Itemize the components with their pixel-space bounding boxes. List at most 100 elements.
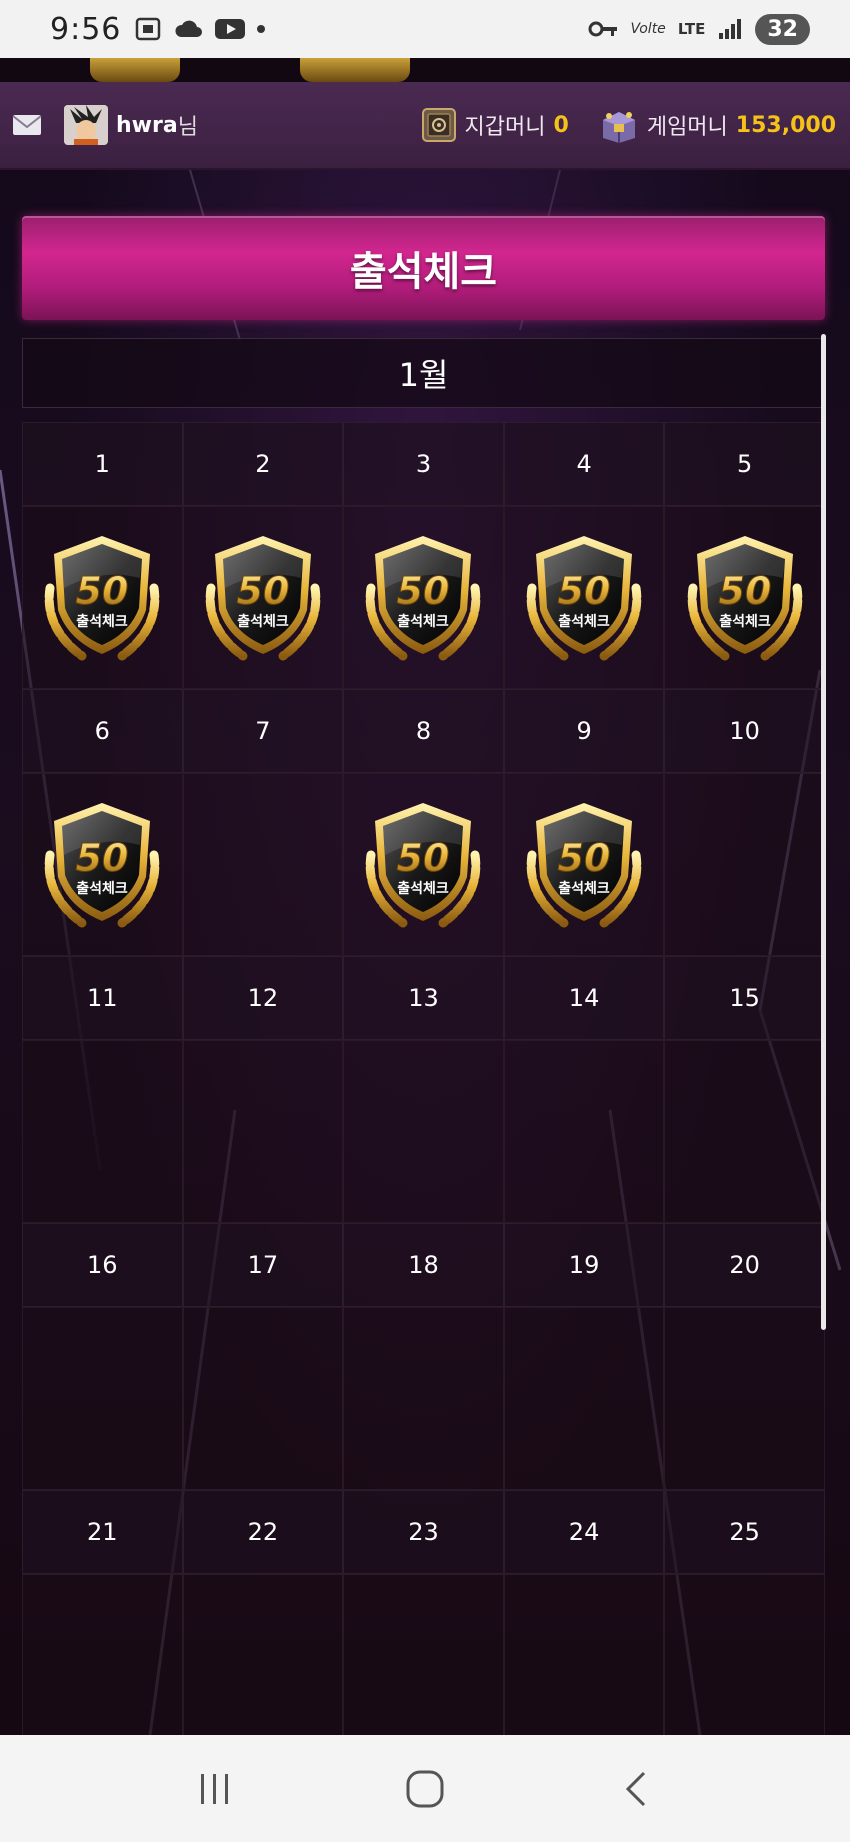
recent-apps-button[interactable] bbox=[185, 1759, 245, 1819]
stamp-number: 50 bbox=[76, 836, 129, 880]
calendar-stamp-row bbox=[22, 1574, 825, 1735]
calendar-stamp-row bbox=[22, 1307, 825, 1490]
calendar-stamp-row bbox=[22, 1040, 825, 1223]
battery-indicator: 32 bbox=[755, 13, 810, 45]
stamp-number: 50 bbox=[558, 569, 611, 613]
avatar[interactable] bbox=[64, 105, 108, 145]
username-suffix: 님 bbox=[177, 115, 198, 140]
calendar-stamp-cell[interactable] bbox=[22, 1574, 183, 1735]
calendar-stamp-cell[interactable] bbox=[343, 1040, 504, 1223]
calendar-stamp-cell[interactable]: 50 출석체크 bbox=[664, 506, 825, 689]
calendar-stamp-cell[interactable]: 50 출석체크 bbox=[343, 773, 504, 956]
calendar-stamp-cell[interactable] bbox=[664, 1040, 825, 1223]
wallet-money-value: 0 bbox=[553, 112, 569, 138]
home-button[interactable] bbox=[395, 1759, 455, 1819]
calendar-stamp-cell[interactable] bbox=[664, 1307, 825, 1490]
calendar-stamp-cell[interactable]: 50 출석체크 bbox=[22, 773, 183, 956]
system-nav-bar bbox=[0, 1735, 850, 1842]
back-button[interactable] bbox=[605, 1759, 665, 1819]
youtube-icon bbox=[215, 19, 246, 39]
scrollbar[interactable] bbox=[821, 334, 826, 1330]
attendance-stamp-icon: 50 출석체크 bbox=[366, 535, 481, 660]
stamp-number: 50 bbox=[236, 569, 289, 613]
calendar-date-row: 11 12 13 14 15 bbox=[22, 956, 825, 1040]
attendance-stamp-icon: 50 출석체크 bbox=[45, 535, 160, 660]
attendance-calendar: 12345 50 출석체크 50 출석체크 50 출석체크 50 출석체크 50… bbox=[22, 422, 825, 1735]
calendar-day-number: 17 bbox=[182, 1223, 344, 1307]
back-icon bbox=[625, 1771, 646, 1806]
calendar-day-number: 1 bbox=[22, 422, 183, 506]
game-banner-strip bbox=[0, 58, 850, 82]
calendar-day-number: 4 bbox=[503, 422, 665, 506]
calendar-stamp-cell[interactable] bbox=[503, 1574, 665, 1735]
notification-dot-icon bbox=[257, 25, 266, 33]
calendar-day-number: 22 bbox=[182, 1490, 344, 1574]
stamp-label: 출석체크 bbox=[398, 880, 450, 897]
calendar-stamp-cell[interactable] bbox=[664, 773, 825, 956]
attendance-stamp-icon: 50 출석체크 bbox=[205, 535, 321, 660]
calendar-stamp-cell[interactable] bbox=[182, 1040, 344, 1223]
calendar-date-row: 16 17 18 19 20 bbox=[22, 1223, 825, 1307]
stamp-label: 출석체크 bbox=[719, 613, 771, 630]
calendar-stamp-cell[interactable] bbox=[182, 1307, 344, 1490]
stamp-label: 출석체크 bbox=[398, 613, 450, 630]
stamp-number: 50 bbox=[397, 569, 450, 613]
recent-apps-icon bbox=[201, 1773, 228, 1804]
calendar-stamp-cell[interactable] bbox=[22, 1040, 183, 1223]
calendar-date-row: 6 7 8 9 10 bbox=[22, 689, 825, 773]
signal-icon bbox=[719, 19, 742, 39]
calendar-stamp-cell[interactable] bbox=[182, 773, 344, 956]
calendar-day-number: 16 bbox=[22, 1223, 183, 1307]
calendar-stamp-cell[interactable] bbox=[22, 1307, 183, 1490]
wallet-icon bbox=[421, 108, 456, 142]
attendance-stamp-icon: 50 출석체크 bbox=[526, 802, 642, 927]
calendar-day-number: 12 bbox=[182, 956, 344, 1040]
calendar-stamp-cell[interactable] bbox=[664, 1574, 825, 1735]
calendar-stamp-row: 50 출석체크 50 출석체크 bbox=[22, 506, 825, 689]
calendar-stamp-cell[interactable]: 50 출석체크 bbox=[22, 506, 183, 689]
calendar-stamp-cell[interactable]: 50 출석체크 bbox=[182, 506, 344, 689]
cloud-icon bbox=[175, 20, 203, 37]
calendar-day-number: 2 bbox=[182, 422, 344, 506]
stamp-label: 출석체크 bbox=[77, 880, 129, 897]
calendar-stamp-cell[interactable] bbox=[343, 1574, 504, 1735]
calendar-stamp-cell[interactable]: 50 출석체크 bbox=[503, 506, 665, 689]
attendance-stamp-icon: 50 출석체크 bbox=[45, 802, 160, 927]
calendar-stamp-cell[interactable]: 50 출석체크 bbox=[343, 506, 504, 689]
status-icons-right: Volte LTE 32 bbox=[588, 13, 810, 45]
calendar-stamp-cell[interactable] bbox=[503, 1040, 665, 1223]
calendar-date-row: 21 22 23 24 25 bbox=[22, 1490, 825, 1574]
calendar-stamp-row: 50 출석체크 50 출석체크 bbox=[22, 773, 825, 956]
calendar-day-number: 11 bbox=[22, 956, 183, 1040]
calendar-stamp-cell[interactable] bbox=[343, 1307, 504, 1490]
calendar-day-number: 18 bbox=[343, 1223, 504, 1307]
attendance-page[interactable]: 출석체크 1월 12345 50 출석체크 50 출석체크 50 출석체크 50… bbox=[0, 170, 850, 1735]
calendar-day-number: 5 bbox=[664, 422, 825, 506]
calendar-date-row: 12345 bbox=[22, 422, 825, 506]
calendar-stamp-cell[interactable]: 50 출석체크 bbox=[503, 773, 665, 956]
calendar-stamp-cell[interactable] bbox=[182, 1574, 344, 1735]
status-icons-left bbox=[135, 17, 266, 41]
calendar-day-number: 10 bbox=[664, 689, 825, 773]
calendar-day-number: 9 bbox=[503, 689, 665, 773]
calendar-day-number: 6 bbox=[22, 689, 183, 773]
game-money-label: 게임머니 bbox=[646, 115, 728, 140]
calendar-day-number: 3 bbox=[343, 422, 504, 506]
page-title: 출석체크 bbox=[349, 249, 498, 295]
attendance-stamp-icon: 50 출석체크 bbox=[526, 535, 642, 660]
screenshot-icon bbox=[136, 17, 161, 41]
vpn-key-icon bbox=[588, 21, 618, 37]
mail-icon[interactable] bbox=[12, 114, 42, 136]
username: hwra bbox=[116, 112, 178, 138]
stamp-number: 50 bbox=[558, 836, 611, 880]
status-time: 9:56 bbox=[50, 11, 122, 47]
stamp-label: 출석체크 bbox=[558, 880, 610, 897]
page-title-bar: 출석체크 bbox=[22, 216, 825, 320]
stamp-number: 50 bbox=[76, 569, 129, 613]
calendar-day-number: 13 bbox=[343, 956, 504, 1040]
stamp-number: 50 bbox=[718, 569, 771, 613]
network-indicator: LTE bbox=[677, 20, 706, 38]
calendar-day-number: 19 bbox=[503, 1223, 665, 1307]
calendar-day-number: 15 bbox=[664, 956, 825, 1040]
calendar-stamp-cell[interactable] bbox=[503, 1307, 665, 1490]
